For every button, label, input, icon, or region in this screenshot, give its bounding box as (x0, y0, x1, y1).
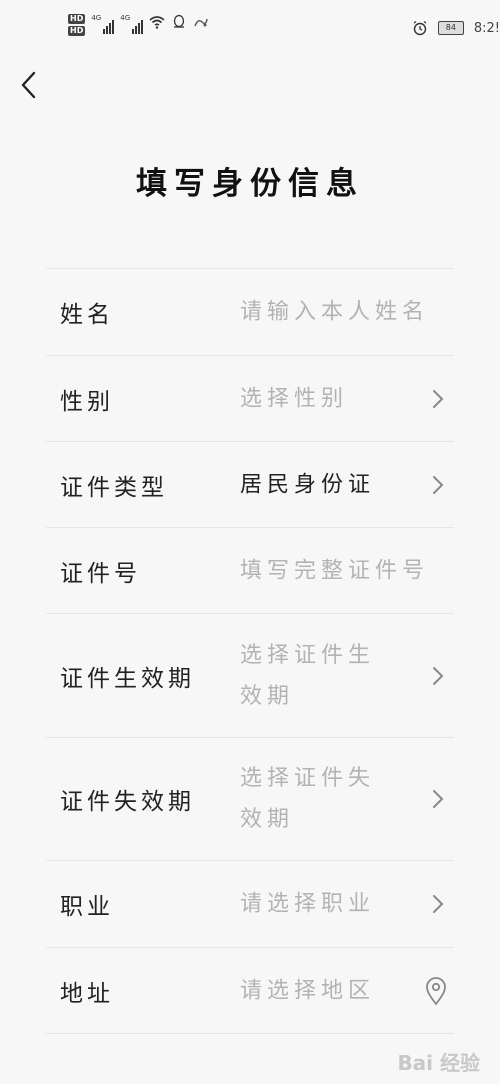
id-type-row[interactable]: 证件类型 居民身份证 (46, 442, 454, 528)
page-title: 填写身份信息 (136, 166, 364, 202)
app-notification-icon (194, 18, 208, 27)
chevron-right-icon (433, 389, 444, 408)
id-valid-to-row[interactable]: 证件失效期 选择证件失效期 (46, 738, 454, 861)
signal-type-label: 4G (91, 14, 102, 22)
id-valid-to-label: 证件失效期 (60, 789, 195, 815)
address-row[interactable]: 地址 请选择地区 (46, 948, 454, 1034)
address-select[interactable]: 请选择地区 (240, 970, 440, 1011)
address-label: 地址 (60, 980, 114, 1007)
status-time: 8:2! (473, 20, 500, 36)
qq-icon (173, 14, 185, 28)
signal-type-label: 4G (120, 14, 131, 22)
hd-badge: HD (68, 26, 86, 36)
name-input[interactable]: 请输入本人姓名 (240, 292, 440, 333)
gender-row[interactable]: 性别 选择性别 (46, 356, 454, 442)
occupation-select[interactable]: 请选择职业 (240, 884, 440, 925)
gender-label: 性别 (60, 388, 114, 415)
id-type-label: 证件类型 (60, 474, 168, 501)
id-valid-from-label: 证件生效期 (60, 665, 195, 692)
chevron-right-icon (433, 790, 444, 808)
cell-signal-icon: 4G (120, 14, 144, 34)
status-bar: HD HD 4G 4G 84 8:2! (0, 0, 500, 52)
id-valid-from-select[interactable]: 选择证件生效期 (240, 635, 390, 717)
id-number-label: 证件号 (60, 560, 141, 587)
id-type-value[interactable]: 居民身份证 (240, 464, 440, 505)
status-bar-left: HD HD 4G 4G (68, 14, 209, 36)
chevron-right-icon (433, 475, 444, 494)
chevron-right-icon (433, 666, 444, 685)
battery-indicator: 84 (437, 21, 464, 35)
wifi-icon (149, 16, 165, 29)
cell-signal-icon: 4G (91, 14, 115, 34)
identity-form: 姓名 请输入本人姓名 性别 选择性别 证件类型 居民身份证 证件号 填写完整证件… (46, 268, 454, 1034)
chevron-right-icon (433, 895, 444, 913)
id-number-input[interactable]: 填写完整证件号 (240, 550, 440, 591)
baidu-watermark: Bai 经验 (397, 1051, 480, 1075)
gender-select[interactable]: 选择性别 (240, 378, 440, 419)
occupation-row[interactable]: 职业 请选择职业 (46, 861, 454, 948)
id-valid-to-select[interactable]: 选择证件失效期 (240, 758, 390, 840)
id-number-row[interactable]: 证件号 填写完整证件号 (46, 528, 454, 614)
alarm-clock-icon (413, 20, 427, 36)
name-label: 姓名 (60, 302, 114, 328)
name-row[interactable]: 姓名 请输入本人姓名 (46, 269, 454, 356)
occupation-label: 职业 (60, 894, 114, 920)
location-pin-icon[interactable] (424, 976, 448, 1006)
hd-badges: HD HD (68, 14, 86, 36)
status-bar-right: 84 8:2! (412, 20, 500, 36)
id-valid-from-row[interactable]: 证件生效期 选择证件生效期 (46, 614, 454, 738)
back-arrow-icon[interactable] (16, 70, 46, 100)
hd-badge: HD (68, 14, 86, 24)
